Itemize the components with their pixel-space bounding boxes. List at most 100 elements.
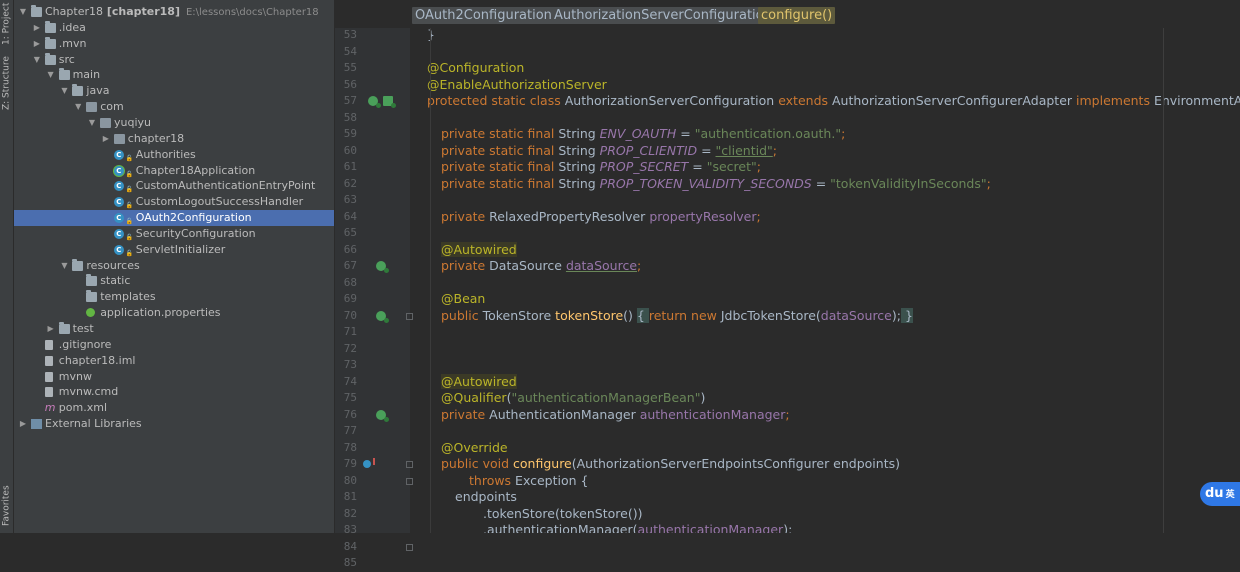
code-line[interactable]: private DataSource dataSource; <box>413 258 1240 275</box>
spring-bean-icon[interactable] <box>376 409 389 422</box>
override-marker-icon[interactable] <box>363 458 375 468</box>
code-line[interactable]: throws Exception { <box>413 473 1240 490</box>
breadcrumb-item-configure[interactable]: configure() <box>758 7 836 24</box>
code-line[interactable]: protected static class AuthorizationServ… <box>413 93 1240 110</box>
code-line[interactable] <box>413 110 1240 127</box>
tree-item[interactable]: ▶ .mvn <box>14 36 334 52</box>
line-number: 71 <box>343 325 357 338</box>
tree-item[interactable]: C 🔓 CustomAuthenticationEntryPoint <box>14 178 334 194</box>
code-line[interactable]: .authenticationManager(authenticationMan… <box>413 522 1240 533</box>
chevron-down-icon[interactable]: ▼ <box>18 4 28 20</box>
tree-item-name: ServletInitializer <box>135 242 226 256</box>
chevron-down-icon[interactable]: ▼ <box>46 67 56 83</box>
code-line[interactable]: @Override <box>413 440 1240 457</box>
code-line[interactable]: private static final String PROP_CLIENTI… <box>413 143 1240 160</box>
tree-item[interactable]: C 🔓 OAuth2Configuration <box>14 210 334 227</box>
chevron-down-icon[interactable]: ▼ <box>32 52 42 68</box>
tree-item-label: Chapter18 [chapter18] E:\lessons\docs\Cha… <box>45 4 319 21</box>
code-token: ; <box>637 258 642 273</box>
code-line[interactable]: private static final String PROP_TOKEN_V… <box>413 176 1240 193</box>
code-area[interactable]: } @Configuration@EnableAuthorizationServe… <box>413 28 1240 533</box>
tree-item[interactable]: ▶ chapter18 <box>14 131 334 147</box>
code-line[interactable]: private RelaxedPropertyResolver property… <box>413 209 1240 226</box>
tree-item[interactable]: mvnw.cmd <box>14 384 334 400</box>
fold-toggle-icon[interactable] <box>406 461 413 468</box>
tree-item[interactable]: ▼ src <box>14 52 334 68</box>
tree-item[interactable]: C 🔓 Authorities <box>14 147 334 163</box>
code-line[interactable] <box>413 225 1240 242</box>
spring-bean-icon[interactable] <box>368 96 381 108</box>
tool-tab-favorites[interactable]: Favorites <box>0 478 13 533</box>
tree-item[interactable]: application.properties <box>14 305 334 321</box>
tree-item[interactable]: C 🔓 Chapter18Application <box>14 163 334 179</box>
tree-item[interactable]: templates <box>14 289 334 305</box>
tree-item[interactable]: C 🔓 ServletInitializer <box>14 242 334 258</box>
fold-toggle-icon[interactable] <box>406 312 413 320</box>
code-line[interactable] <box>413 324 1240 341</box>
tree-item[interactable]: .gitignore <box>14 337 334 353</box>
tree-item[interactable]: ▶ .idea <box>14 20 334 36</box>
tree-item[interactable]: ▶ test <box>14 321 334 337</box>
tree-item[interactable]: C 🔓 CustomLogoutSuccessHandler <box>14 194 334 210</box>
code-line[interactable]: @EnableAuthorizationServer <box>413 77 1240 94</box>
tree-item[interactable]: ▼ main <box>14 67 334 83</box>
code-line[interactable]: public TokenStore tokenStore() { return … <box>413 307 1240 325</box>
baidu-input-badge[interactable]: du 英 <box>1200 482 1240 506</box>
code-line[interactable]: } <box>413 28 1240 44</box>
chevron-down-icon[interactable]: ▼ <box>59 258 69 274</box>
fold-toggle-icon[interactable] <box>406 477 413 485</box>
chevron-right-icon[interactable]: ▶ <box>32 36 42 52</box>
chevron-down-icon[interactable]: ▼ <box>87 115 97 131</box>
tree-item[interactable]: ▶ External Libraries <box>14 416 334 432</box>
tree-item[interactable]: mvnw <box>14 369 334 385</box>
code-line[interactable] <box>413 341 1240 358</box>
tree-item[interactable]: C 🔓 SecurityConfiguration <box>14 226 334 242</box>
chevron-right-icon[interactable]: ▶ <box>32 20 42 36</box>
code-token: @Qualifier <box>441 390 507 405</box>
tool-window-strip: 1: Project Z: Structure Favorites <box>0 0 14 533</box>
tree-item[interactable]: chapter18.iml <box>14 353 334 369</box>
code-line[interactable] <box>413 192 1240 209</box>
code-line[interactable]: private AuthenticationManager authentica… <box>413 407 1240 424</box>
fold-toggle-icon[interactable] <box>406 543 413 551</box>
code-line[interactable]: private static final String ENV_OAUTH = … <box>413 126 1240 143</box>
code-line[interactable]: public void configure(AuthorizationServe… <box>413 456 1240 473</box>
code-line[interactable] <box>413 357 1240 374</box>
chevron-down-icon[interactable]: ▼ <box>59 83 69 99</box>
chevron-down-icon[interactable]: ▼ <box>73 99 83 115</box>
code-line[interactable]: @Qualifier("authenticationManagerBean") <box>413 390 1240 407</box>
spring-bean-icon[interactable] <box>376 261 389 273</box>
tree-item[interactable]: ▼ com <box>14 99 334 115</box>
code-line[interactable]: @Bean <box>413 291 1240 308</box>
line-number-gutter[interactable]: 53 54 55 56 57 58 59 60 61 62 63 64 65 66 67 68 69 70 71 72… <box>335 28 413 569</box>
chevron-right-icon[interactable]: ▶ <box>18 416 28 432</box>
tool-tab-project[interactable]: 1: Project <box>0 0 13 48</box>
breadcrumb-item-oauth2configuration[interactable]: OAuth2Configuration <box>412 7 555 24</box>
tree-item[interactable]: ▼ java <box>14 83 334 99</box>
code-editor[interactable]: OAuth2Configuration AuthorizationServerC… <box>335 0 1240 569</box>
tree-item[interactable]: ▼ resources <box>14 258 334 274</box>
code-line[interactable]: private static final String PROP_SECRET … <box>413 159 1240 176</box>
code-line[interactable] <box>413 275 1240 292</box>
code-line[interactable]: endpoints <box>413 489 1240 506</box>
code-line[interactable]: @Autowired <box>413 241 1240 259</box>
tool-tab-structure[interactable]: Z: Structure <box>0 52 13 114</box>
line-number: 75 <box>343 391 357 404</box>
tree-item[interactable]: m pom.xml <box>14 400 334 416</box>
spring-config-icon[interactable] <box>383 96 396 108</box>
chevron-right-icon[interactable]: ▶ <box>46 321 56 337</box>
code-line[interactable]: @Autowired <box>413 373 1240 391</box>
breadcrumb-item-authorizationserverconfiguration[interactable]: AuthorizationServerConfiguration <box>551 7 775 24</box>
tree-item[interactable]: ▼ Chapter18 [chapter18] E:\lessons\docs\Ch… <box>14 4 334 20</box>
code-line[interactable] <box>413 423 1240 440</box>
code-line[interactable]: .tokenStore(tokenStore()) <box>413 506 1240 523</box>
code-line[interactable] <box>413 44 1240 61</box>
tree-item[interactable]: ▼ yuqiyu <box>14 115 334 131</box>
code-token: propertyResolver <box>649 208 757 224</box>
project-tree-panel: ▼ Chapter18 [chapter18] E:\lessons\docs\Ch… <box>14 0 334 533</box>
spring-bean-icon[interactable] <box>376 310 389 323</box>
tree-item-label: Authorities <box>136 147 196 163</box>
chevron-right-icon[interactable]: ▶ <box>101 131 111 147</box>
tree-item[interactable]: static <box>14 273 334 289</box>
code-line[interactable]: @Configuration <box>413 60 1240 77</box>
